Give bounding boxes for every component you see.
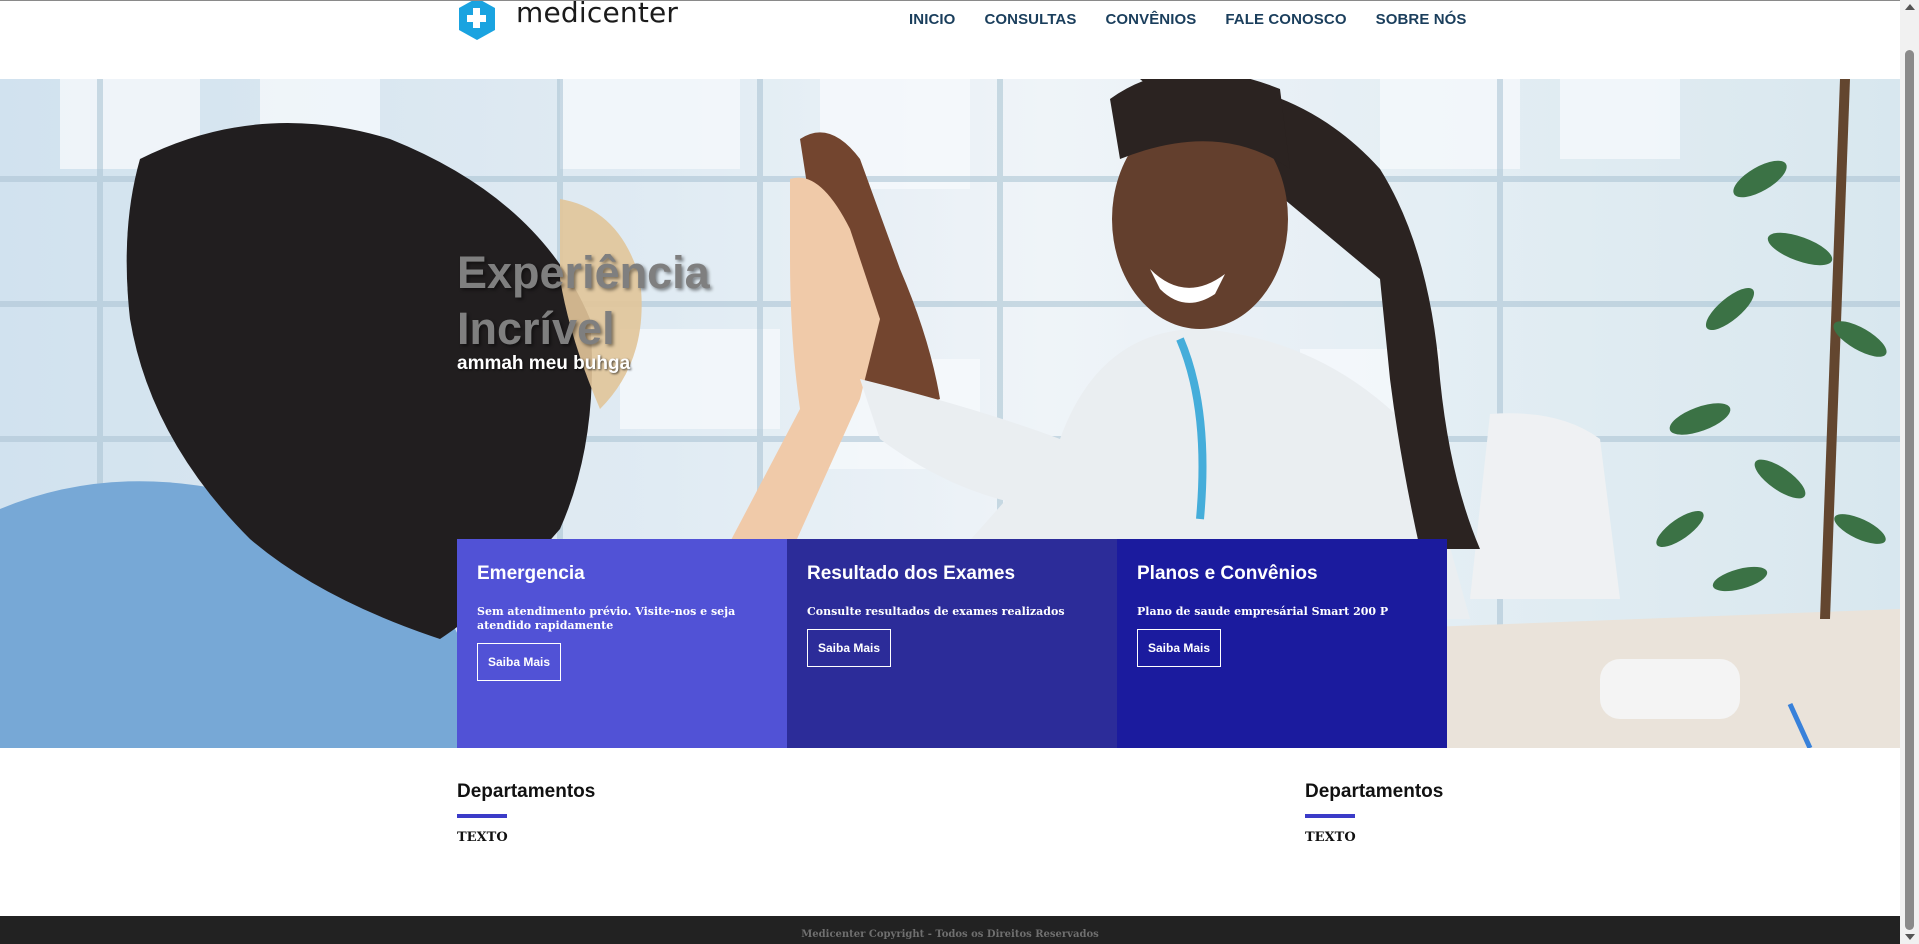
card-resultado-exames: Resultado dos Exames Consulte resultados… <box>787 539 1117 748</box>
card-title: Planos e Convênios <box>1137 563 1318 584</box>
nav-inicio[interactable]: INICIO <box>909 11 955 28</box>
departments-heading: Departamentos <box>1305 781 1444 802</box>
copyright-text: Medicenter Copyright - Todos os Direitos… <box>801 929 1099 940</box>
departments-heading: Departamentos <box>457 781 596 802</box>
nav-consultas[interactable]: CONSULTAS <box>984 11 1076 28</box>
hero-title: Experiência Incrível <box>457 247 710 354</box>
departments-text: TEXTO <box>457 830 508 845</box>
main-nav: INICIO CONSULTAS CONVÊNIOS FALE CONOSCO … <box>909 11 1467 28</box>
vertical-scrollbar[interactable] <box>1900 0 1919 944</box>
heading-underline <box>1305 814 1355 818</box>
site-footer: Medicenter Copyright - Todos os Direitos… <box>0 916 1900 944</box>
heading-underline <box>457 814 507 818</box>
scroll-up-arrow-icon[interactable] <box>1905 4 1915 10</box>
card-text: Sem atendimento prévio. Visite-nos e sej… <box>477 605 736 632</box>
saiba-mais-button[interactable]: Saiba Mais <box>477 643 562 681</box>
nav-sobre-nos[interactable]: SOBRE NÓS <box>1376 11 1467 28</box>
hero-subtitle: ammah meu buhga <box>457 353 631 374</box>
medical-cross-icon <box>456 0 498 40</box>
card-text: Plano de saude empresárial Smart 200 P <box>1137 605 1389 618</box>
departments-right: Departamentos TEXTO <box>1305 781 1443 845</box>
departments-left: Departamentos TEXTO <box>457 781 595 845</box>
departments-text: TEXTO <box>1305 830 1356 845</box>
saiba-mais-button[interactable]: Saiba Mais <box>807 629 892 667</box>
top-border <box>0 0 1900 1</box>
nav-convenios[interactable]: CONVÊNIOS <box>1105 11 1196 28</box>
page: medicenter INICIO CONSULTAS CONVÊNIOS FA… <box>0 0 1919 944</box>
scroll-down-arrow-icon[interactable] <box>1905 934 1915 940</box>
scrollbar-thumb[interactable] <box>1905 50 1914 930</box>
card-emergencia: Emergencia Sem atendimento prévio. Visit… <box>457 539 787 748</box>
service-cards: Emergencia Sem atendimento prévio. Visit… <box>457 539 1447 748</box>
card-title: Resultado dos Exames <box>807 563 1016 584</box>
brand-name: medicenter <box>516 0 679 29</box>
card-text: Consulte resultados de exames realizados <box>807 605 1065 618</box>
card-planos-convenios: Planos e Convênios Plano de saude empres… <box>1117 539 1447 748</box>
site-header: medicenter INICIO CONSULTAS CONVÊNIOS FA… <box>0 0 1900 79</box>
brand-logo[interactable]: medicenter <box>456 0 678 40</box>
saiba-mais-button[interactable]: Saiba Mais <box>1137 629 1222 667</box>
nav-fale-conosco[interactable]: FALE CONOSCO <box>1225 11 1346 28</box>
card-title: Emergencia <box>477 563 585 584</box>
